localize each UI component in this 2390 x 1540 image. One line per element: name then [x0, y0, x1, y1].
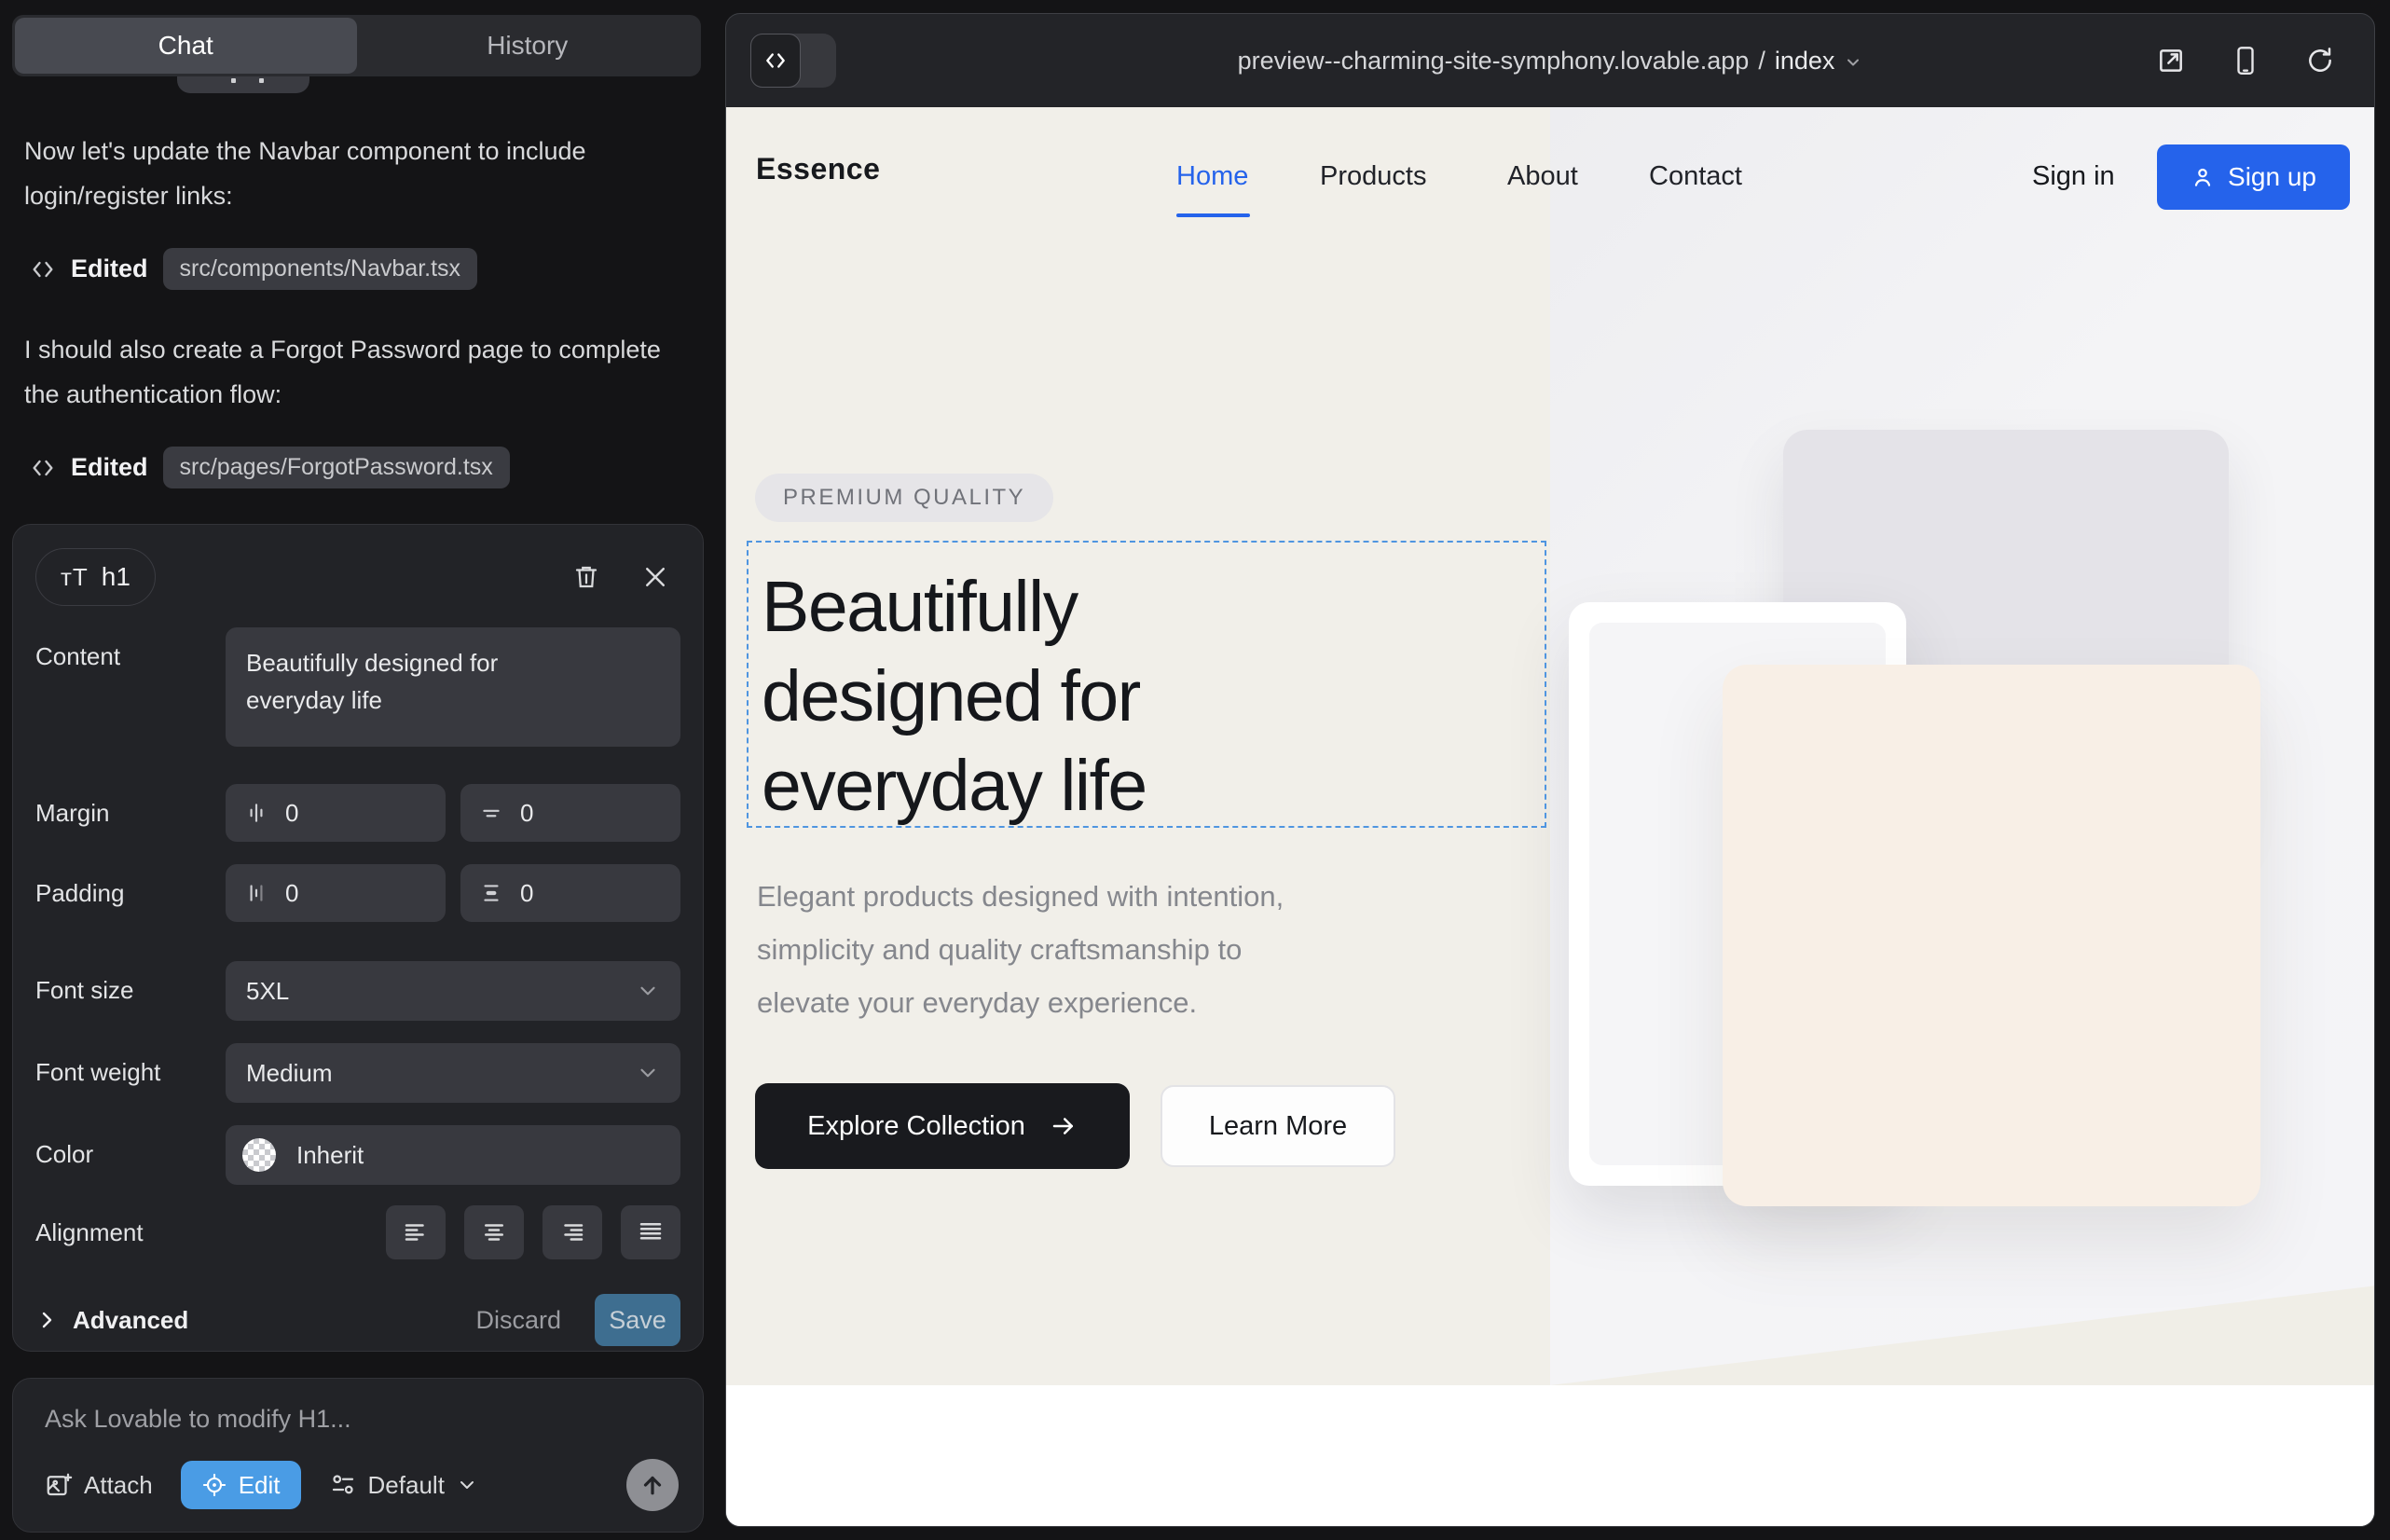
user-icon: [2191, 165, 2215, 189]
chevron-down-icon: [456, 1474, 478, 1496]
font-weight-select[interactable]: Medium: [226, 1043, 680, 1103]
edited-file-row[interactable]: Edited src/pages/ForgotPassword.tsx: [24, 447, 673, 488]
edited-label: Edited: [71, 254, 148, 283]
element-editor-panel: тT h1 Content Beautifully designed for e…: [12, 524, 704, 1352]
chevron-down-icon: [1844, 53, 1862, 72]
align-right-button[interactable]: [543, 1205, 602, 1259]
font-size-label: Font size: [35, 961, 226, 1005]
chat-sidebar: Chat History Now let's update the Navbar…: [0, 0, 710, 1540]
padding-vertical-icon: [479, 881, 503, 905]
decorative-wedge: [1550, 1264, 2374, 1385]
hero-heading-line[interactable]: Beautifully: [762, 562, 1078, 652]
tab-history[interactable]: History: [357, 18, 699, 74]
content-label: Content: [35, 627, 226, 671]
hero-heading-line[interactable]: designed for: [762, 652, 1140, 741]
next-section: [726, 1385, 2374, 1527]
preview-browser-frame: preview--charming-site-symphony.lovable.…: [725, 13, 2375, 1527]
hero-description-line: elevate your everyday experience.: [757, 976, 1197, 1029]
clipped-file-chip: [177, 76, 309, 93]
tab-chat[interactable]: Chat: [15, 18, 357, 74]
color-label: Color: [35, 1125, 226, 1169]
app-root: Chat History Now let's update the Navbar…: [0, 0, 2390, 1540]
close-icon[interactable]: [641, 563, 669, 591]
assistant-message: Now let's update the Navbar component to…: [24, 129, 673, 218]
selected-element-chip[interactable]: тT h1: [35, 548, 156, 606]
edited-file-row[interactable]: Edited src/components/Navbar.tsx: [24, 248, 673, 290]
align-center-button[interactable]: [464, 1205, 524, 1259]
default-mode-select[interactable]: Default: [329, 1471, 478, 1500]
code-icon: [30, 455, 56, 481]
chat-messages: Now let's update the Navbar component to…: [0, 129, 710, 488]
font-weight-label: Font weight: [35, 1043, 226, 1087]
attach-button[interactable]: Attach: [45, 1471, 153, 1500]
prompt-composer[interactable]: Ask Lovable to modify H1... Attach Edit: [12, 1378, 704, 1533]
file-chip[interactable]: src/components/Navbar.tsx: [163, 248, 478, 290]
file-chip[interactable]: src/pages/ForgotPassword.tsx: [163, 447, 510, 488]
sign-in-link[interactable]: Sign in: [2032, 161, 2115, 192]
alignment-label: Alignment: [35, 1205, 226, 1247]
refresh-button[interactable]: [2294, 46, 2346, 76]
margin-horizontal-icon: [244, 801, 268, 825]
target-icon: [201, 1472, 227, 1498]
padding-y-input[interactable]: 0: [460, 864, 680, 922]
margin-y-input[interactable]: 0: [460, 784, 680, 842]
align-justify-button[interactable]: [621, 1205, 680, 1259]
premium-quality-badge: PREMIUM QUALITY: [755, 474, 1053, 522]
url-bar[interactable]: preview--charming-site-symphony.lovable.…: [726, 14, 2374, 107]
url-separator: /: [1758, 47, 1765, 76]
nav-link-contact[interactable]: Contact: [1649, 161, 1742, 192]
chat-history-tabs: Chat History: [12, 15, 701, 76]
font-size-select[interactable]: 5XL: [226, 961, 680, 1021]
open-external-button[interactable]: [2145, 46, 2197, 76]
margin-x-input[interactable]: 0: [226, 784, 446, 842]
sign-up-button[interactable]: Sign up: [2157, 144, 2350, 210]
url-domain: preview--charming-site-symphony.lovable.…: [1238, 47, 1750, 76]
explore-collection-button[interactable]: Explore Collection: [755, 1083, 1130, 1169]
edited-label: Edited: [71, 453, 148, 482]
active-nav-underline: [1176, 213, 1250, 217]
color-select[interactable]: Inherit: [226, 1125, 680, 1185]
learn-more-button[interactable]: Learn More: [1161, 1085, 1395, 1167]
align-left-button[interactable]: [386, 1205, 446, 1259]
assistant-message: I should also create a Forgot Password p…: [24, 327, 673, 417]
decorative-card-peach: [1723, 665, 2260, 1206]
mobile-view-button[interactable]: [2219, 45, 2272, 76]
nav-link-home[interactable]: Home: [1176, 161, 1248, 192]
edit-mode-button[interactable]: Edit: [181, 1461, 301, 1509]
composer-placeholder[interactable]: Ask Lovable to modify H1...: [45, 1405, 679, 1434]
margin-label: Margin: [35, 784, 226, 828]
save-button[interactable]: Save: [595, 1294, 680, 1346]
content-textarea[interactable]: Beautifully designed for everyday life: [226, 627, 680, 747]
discard-button[interactable]: Discard: [475, 1306, 561, 1335]
delete-element-button[interactable]: [572, 562, 600, 592]
arrow-right-icon: [1050, 1112, 1078, 1140]
nav-link-about[interactable]: About: [1507, 161, 1578, 192]
padding-x-input[interactable]: 0: [226, 864, 446, 922]
chevron-down-icon: [636, 979, 660, 1003]
transparency-swatch-icon: [242, 1138, 276, 1172]
attach-image-icon: [45, 1471, 73, 1499]
padding-horizontal-icon: [244, 881, 268, 905]
send-button[interactable]: [626, 1459, 679, 1511]
hero-description-line: simplicity and quality craftsmanship to: [757, 923, 1242, 976]
element-tag: h1: [102, 562, 130, 592]
type-icon: тT: [61, 563, 89, 592]
hero-heading-line[interactable]: everyday life: [762, 741, 1147, 831]
site-logo[interactable]: Essence: [756, 152, 880, 186]
padding-label: Padding: [35, 864, 226, 908]
nav-link-products[interactable]: Products: [1320, 161, 1426, 192]
site-preview: Essence Home Products About Contact Sign…: [726, 107, 2374, 1527]
hero-description-line: Elegant products designed with intention…: [757, 870, 1284, 923]
browser-toolbar: preview--charming-site-symphony.lovable.…: [726, 14, 2374, 107]
advanced-toggle[interactable]: Advanced: [35, 1306, 188, 1335]
code-icon: [30, 256, 56, 282]
url-path: index: [1775, 47, 1835, 76]
margin-vertical-icon: [479, 801, 503, 825]
sliders-icon: [329, 1471, 357, 1499]
chevron-down-icon: [636, 1061, 660, 1085]
